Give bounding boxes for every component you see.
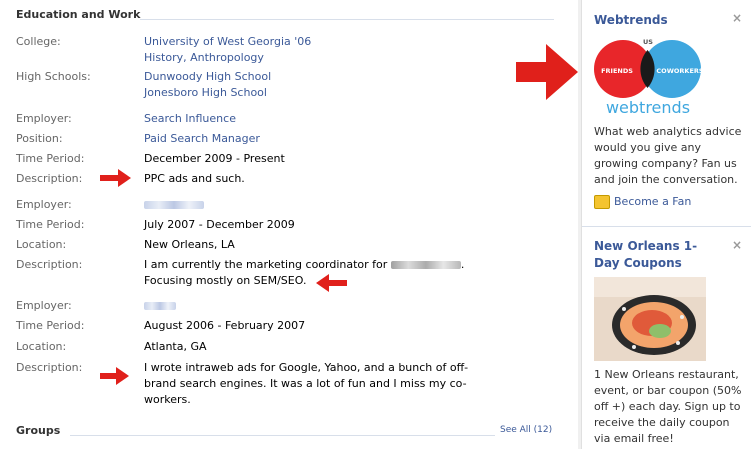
time-period-label: Time Period: <box>16 218 85 231</box>
position-link[interactable]: Paid Search Manager <box>144 131 260 147</box>
employer-label: Employer: <box>16 198 72 211</box>
college-label: College: <box>16 35 61 48</box>
become-a-fan-link[interactable]: Become a Fan <box>594 195 691 209</box>
description-value-line2: brand search engines. It was a lot of fu… <box>144 377 467 390</box>
fan-icon <box>594 195 610 209</box>
description-value-line1: I wrote intraweb ads for Google, Yahoo, … <box>144 361 469 374</box>
time-period-value: July 2007 - December 2009 <box>144 218 295 231</box>
groups-heading: Groups <box>16 424 61 437</box>
section-divider <box>70 435 495 436</box>
ad-title-line1[interactable]: New Orleans 1- <box>594 238 697 254</box>
position-label: Position: <box>16 132 63 145</box>
red-arrow-left-icon <box>316 274 347 292</box>
description-value-line3: workers. <box>144 393 191 406</box>
location-value: New Orleans, LA <box>144 238 235 251</box>
education-work-heading: Education and Work <box>16 8 141 21</box>
ad-body-text: 1 New Orleans restaurant, event, or bar … <box>594 368 742 445</box>
description-value-line2: Focusing mostly on SEM/SEO. <box>144 274 307 287</box>
description-label: Description: <box>16 172 83 185</box>
webtrends-logo[interactable]: FRIENDS COWORKERS US webtrends <box>594 36 704 116</box>
red-arrow-large-right-icon <box>516 44 578 100</box>
logo-us-text: US <box>643 38 653 46</box>
description-value: PPC ads and such. <box>144 172 245 185</box>
ad-body-text: What web analytics advice would you give… <box>594 125 742 186</box>
ad-title-line2[interactable]: Day Coupons <box>594 255 682 271</box>
become-a-fan-label: Become a Fan <box>614 195 692 208</box>
new-orleans-coupons-ad[interactable]: New Orleans 1- Day Coupons × 1 New Orlea… <box>582 227 751 449</box>
employer-link-redacted[interactable] <box>144 298 176 314</box>
high-school-link-2[interactable]: Jonesboro High School <box>144 85 267 101</box>
ad-title[interactable]: Webtrends <box>594 12 668 28</box>
location-label: Location: <box>16 238 67 251</box>
description-value-line1: I am currently the marketing coordinator… <box>144 258 465 271</box>
time-period-value: August 2006 - February 2007 <box>144 319 306 332</box>
logo-wordmark-text: webtrends <box>606 98 690 116</box>
red-arrow-right-icon <box>100 169 131 187</box>
section-divider <box>140 19 554 20</box>
close-icon[interactable]: × <box>732 238 742 252</box>
red-arrow-right-icon <box>100 367 129 385</box>
description-label: Description: <box>16 258 83 271</box>
close-icon[interactable]: × <box>732 11 742 25</box>
employer-link[interactable]: Search Influence <box>144 111 236 127</box>
college-link[interactable]: University of West Georgia '06 <box>144 34 311 50</box>
location-value: Atlanta, GA <box>144 340 207 353</box>
high-school-link-1[interactable]: Dunwoody High School <box>144 69 271 85</box>
time-period-label: Time Period: <box>16 152 85 165</box>
webtrends-ad[interactable]: Webtrends × FRIENDS COWORKERS US webtren… <box>582 0 751 225</box>
redacted-text <box>390 261 461 269</box>
high-schools-label: High Schools: <box>16 70 91 83</box>
description-label: Description: <box>16 361 83 374</box>
sidebar-ads: Webtrends × FRIENDS COWORKERS US webtren… <box>578 0 751 449</box>
location-label: Location: <box>16 340 67 353</box>
description-text: I am currently the marketing coordinator… <box>144 258 388 271</box>
time-period-label: Time Period: <box>16 319 85 332</box>
employer-label: Employer: <box>16 112 72 125</box>
logo-friends-text: FRIENDS <box>601 67 633 75</box>
see-all-groups-link[interactable]: See All (12) <box>500 425 552 435</box>
employer-link-redacted[interactable] <box>144 197 204 213</box>
employer-label: Employer: <box>16 299 72 312</box>
profile-info-panel: Education and Work College: University o… <box>0 0 580 449</box>
time-period-value: December 2009 - Present <box>144 152 285 165</box>
logo-coworkers-text: COWORKERS <box>656 67 703 75</box>
college-major-link[interactable]: History, Anthropology <box>144 50 264 66</box>
sushi-photo[interactable] <box>594 277 706 361</box>
